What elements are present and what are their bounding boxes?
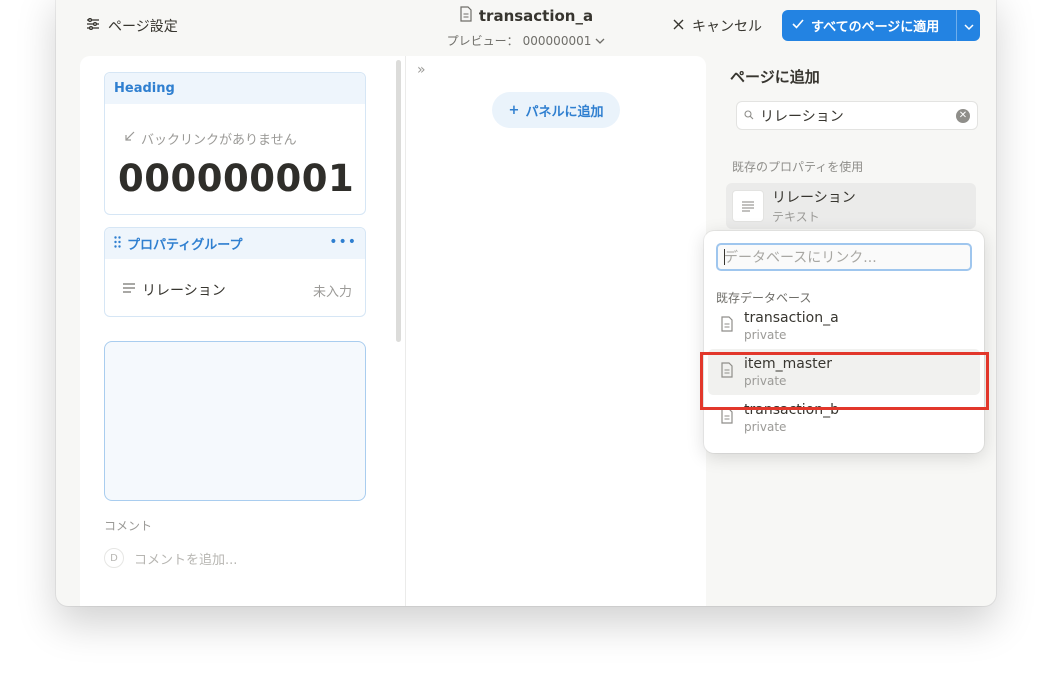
cancel-label: キャンセル [692, 19, 762, 35]
existing-property-name: リレーション [772, 190, 856, 206]
database-name: transaction_a [744, 310, 839, 326]
property-value-empty: 未入力 [312, 284, 352, 300]
property-group-header: プロパティグループ [105, 228, 365, 259]
link-database-dropdown: データベースにリンク... 既存データベース transaction_a pri… [704, 231, 984, 453]
link-database-input[interactable]: データベースにリンク... [716, 243, 972, 271]
header-title-group: transaction_a プレビュー： 000000001 [436, 6, 616, 49]
backlink-text: バックリンクがありません [141, 133, 297, 148]
search-icon [744, 108, 754, 124]
document-icon [459, 6, 473, 26]
database-visibility: private [744, 328, 787, 342]
existing-property-type: テキスト [772, 210, 820, 224]
add-panel-button[interactable]: + パネルに追加 [492, 92, 620, 128]
property-search-input[interactable]: リレーション ✕ [736, 101, 978, 130]
comment-section-label: コメント [104, 519, 153, 533]
property-group-title: プロパティグループ [127, 238, 243, 253]
highlight-box [700, 352, 989, 410]
document-icon [720, 316, 734, 336]
existing-property-item[interactable]: リレーション テキスト [726, 183, 976, 229]
page-title: transaction_a [478, 7, 594, 25]
avatar: D [104, 548, 124, 568]
column-divider [405, 56, 406, 606]
add-panel-label: パネルに追加 [525, 104, 604, 120]
double-chevron-right-icon[interactable]: » [417, 62, 426, 78]
plus-icon: + [508, 102, 520, 118]
database-item[interactable]: transaction_a private [708, 303, 980, 349]
record-id: 000000001 [118, 157, 355, 200]
close-icon [673, 18, 684, 34]
comment-input[interactable]: D コメントを追加... [104, 548, 237, 568]
backlink-empty: バックリンクがありません [124, 129, 297, 148]
empty-drop-zone[interactable] [104, 341, 366, 501]
page-settings-button[interactable]: ページ設定 [86, 16, 178, 36]
text-lines-icon [122, 282, 136, 298]
modal-window: ページ設定 transaction_a プレビュー： 000000001 キャン… [56, 0, 996, 606]
checkmark-icon [792, 18, 804, 33]
property-row-relation[interactable]: リレーション 未入力 [122, 280, 352, 300]
apply-all-label: すべてのページに適用 [811, 20, 940, 35]
arrow-down-left-icon [124, 131, 135, 146]
heading-card-title: Heading [105, 73, 365, 104]
preview-selector[interactable]: プレビュー： 000000001 [436, 32, 616, 49]
apply-options-toggle[interactable] [956, 10, 980, 41]
clear-search-icon[interactable]: ✕ [956, 108, 970, 123]
search-value: リレーション [760, 108, 844, 125]
layout-panel: Heading バックリンクがありません 000000001 プロパティグループ… [80, 56, 706, 606]
apply-all-main[interactable]: すべてのページに適用 [782, 10, 956, 41]
chevron-down-icon [963, 16, 974, 35]
text-lines-icon [732, 190, 764, 222]
database-visibility: private [744, 420, 787, 434]
sliders-icon [86, 17, 100, 34]
cancel-button[interactable]: キャンセル [673, 16, 762, 36]
apply-all-button[interactable]: すべてのページに適用 [782, 10, 980, 41]
preview-value: 000000001 [522, 33, 592, 48]
property-name: リレーション [142, 283, 226, 299]
more-options-icon[interactable]: ••• [329, 234, 357, 250]
heading-card[interactable]: Heading バックリンクがありません 000000001 [104, 72, 366, 215]
existing-properties-label: 既存のプロパティを使用 [732, 160, 864, 174]
scrollbar[interactable] [396, 60, 401, 342]
property-group-card[interactable]: プロパティグループ ••• リレーション 未入力 [104, 227, 366, 317]
comment-placeholder: コメントを追加... [134, 552, 238, 568]
drag-handle-icon[interactable] [114, 235, 121, 252]
chevron-down-icon [595, 34, 605, 48]
page-settings-label: ページ設定 [108, 19, 178, 35]
preview-label: プレビュー： [446, 34, 519, 48]
document-icon [720, 408, 734, 428]
sidebar-title: ページに追加 [730, 68, 820, 86]
